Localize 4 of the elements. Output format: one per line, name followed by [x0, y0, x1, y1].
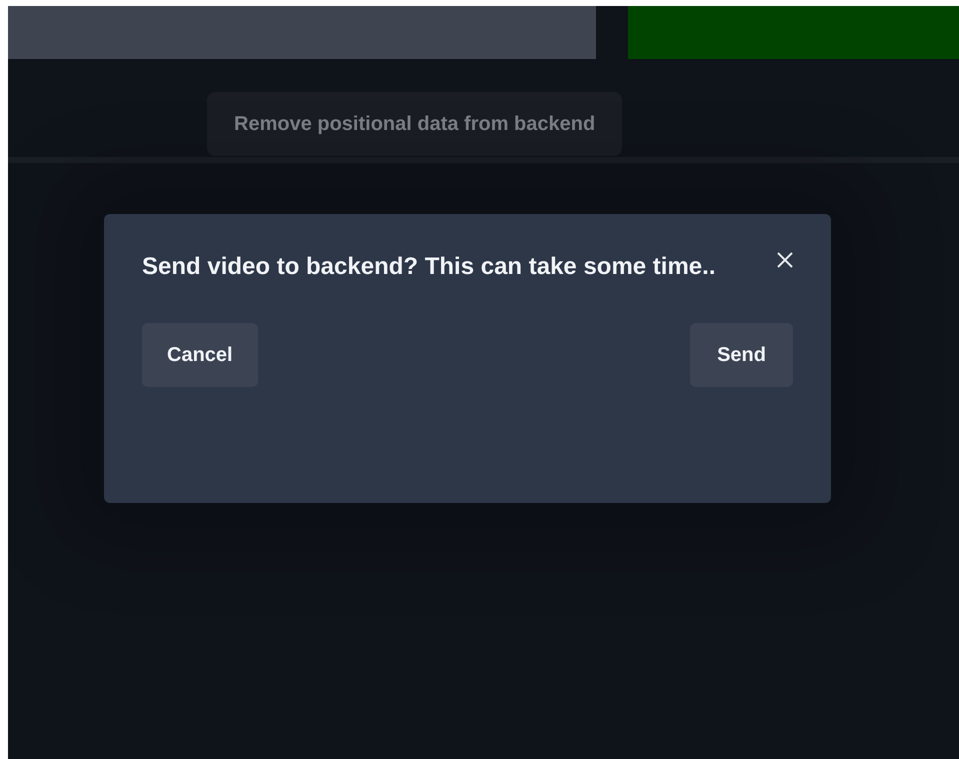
send-button[interactable]: Send	[690, 323, 793, 387]
cancel-button[interactable]: Cancel	[142, 323, 258, 387]
dialog-message: Send video to backend? This can take some time..	[142, 252, 716, 282]
close-icon	[777, 252, 793, 268]
